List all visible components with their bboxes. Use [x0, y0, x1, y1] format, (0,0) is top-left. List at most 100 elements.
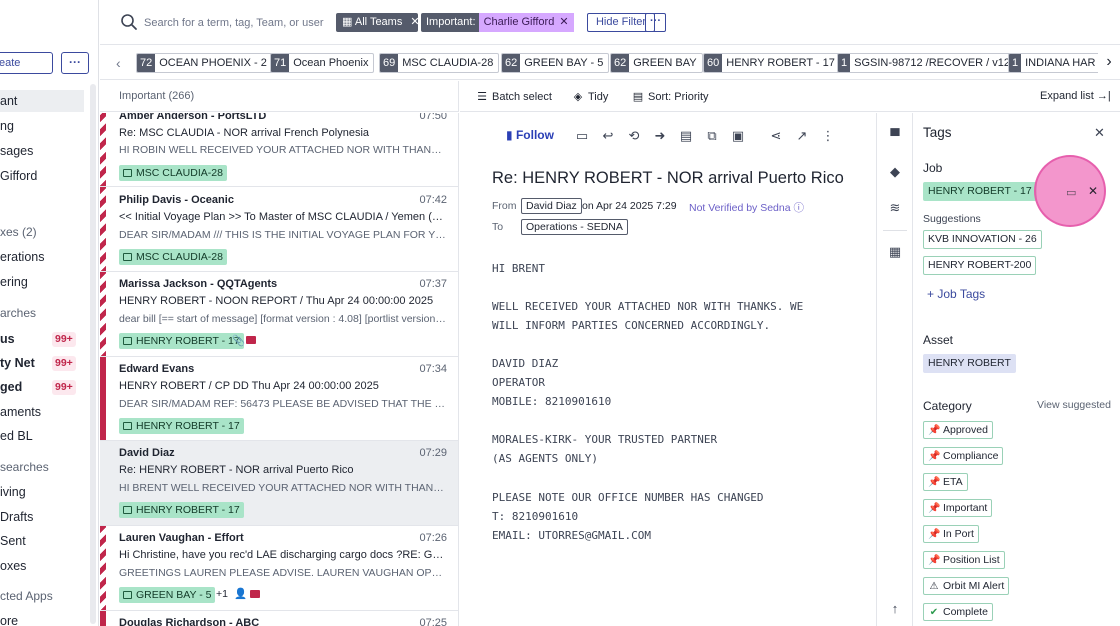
vessel-tab[interactable]: 71 Ocean Phoenix	[270, 53, 375, 73]
vessel-tab[interactable]: 69 MSC CLAUDIA-28	[379, 53, 500, 73]
sidebar-item-attachments[interactable]: aments	[0, 401, 41, 423]
remove-filter-icon[interactable]: ✕	[410, 16, 419, 28]
search-input[interactable]	[144, 13, 329, 33]
sidebar-item-safety-net[interactable]: ty Net	[0, 352, 35, 374]
category-tag[interactable]: ⚠ Orbit MI Alert	[923, 577, 1010, 595]
filter-chip-important[interactable]: Important: Charlie Gifford ✕	[421, 13, 574, 32]
sidebar-scrollbar[interactable]	[90, 84, 96, 624]
sidebar-item-archiving[interactable]: iving	[0, 481, 26, 503]
category-tag[interactable]: 📌 Position List	[923, 551, 1005, 569]
tidy-button[interactable]: ◈ Tidy	[572, 90, 609, 103]
sidebar-item-flagged[interactable]: ged	[0, 376, 22, 398]
vessel-tab[interactable]: 72 OCEAN PHOENIX - 2	[136, 53, 273, 73]
message-subject: HENRY ROBERT / CP DD Thu Apr 24 00:00:00…	[119, 380, 379, 392]
message-tag[interactable]: HENRY ROBERT - 17	[119, 418, 244, 434]
database-icon[interactable]: ≋	[887, 200, 903, 216]
expand-list-button[interactable]: Expand list →|	[1040, 90, 1111, 102]
message-tag[interactable]: MSC CLAUDIA-28	[119, 165, 227, 181]
message-row[interactable]: Marissa Jackson - QQTAgents 07:37 HENRY …	[100, 272, 458, 357]
arrow-up-icon[interactable]: ↑	[887, 601, 903, 617]
message-row[interactable]: Edward Evans 07:34 HENRY ROBERT / CP DD …	[100, 357, 458, 441]
tags-panel: Tags ✕ Job HENRY ROBERT - 17 Suggestions…	[914, 113, 1120, 626]
batch-select-button[interactable]: ☰ Batch select	[476, 90, 552, 103]
chevron-left-icon[interactable]: ‹	[116, 55, 121, 71]
vessel-name: GREEN BAY - 5	[524, 57, 604, 69]
recipient-chip[interactable]: Operations - SEDNA	[521, 219, 628, 235]
sidebar-item-search-1[interactable]: us	[0, 328, 15, 350]
sender-chip[interactable]: David Diaz	[521, 198, 582, 214]
verification-status[interactable]: Not Verified by Sedna ⓘ	[689, 200, 804, 215]
category-tag[interactable]: 📌 ETA	[923, 473, 968, 491]
reply-icon[interactable]: ↩	[600, 128, 616, 144]
message-row[interactable]: Philip Davis - Oceanic 07:42 << Initial …	[100, 187, 458, 272]
close-icon[interactable]: ✕	[1094, 125, 1105, 141]
message-row-selected[interactable]: David Diaz 07:29 Re: HENRY ROBERT - NOR …	[100, 441, 458, 526]
forward-icon[interactable]: ➜	[652, 128, 668, 144]
message-preview: DEAR SIR/MADAM REF: 56473 PLEASE BE ADVI…	[119, 398, 447, 410]
sidebar-item-important[interactable]: ant	[0, 90, 84, 112]
follow-button[interactable]: ▮ Follow	[506, 128, 554, 142]
suggestions-label: Suggestions	[923, 213, 981, 225]
archive-icon[interactable]: ▭	[574, 128, 590, 144]
vessel-tab[interactable]: 62 GREEN BAY	[610, 53, 703, 73]
view-suggested-link[interactable]: View suggested	[1037, 399, 1111, 411]
category-tag[interactable]: 📌 Important	[923, 499, 993, 517]
category-tag[interactable]: 📌 Approved	[923, 421, 993, 439]
print-icon[interactable]: ▤	[678, 128, 694, 144]
share-icon[interactable]: ⋖	[768, 128, 784, 144]
remove-filter-icon[interactable]: ✕	[559, 16, 568, 28]
calendar-icon[interactable]: ▦	[887, 244, 903, 260]
suggested-tag[interactable]: KVB INNOVATION - 26	[923, 230, 1042, 249]
message-row[interactable]: Lauren Vaughan - Effort 07:26 Hi Christi…	[100, 526, 458, 611]
sidebar-more-button[interactable]: ···	[61, 52, 89, 74]
vessel-tab[interactable]: 1 SGSIN-98712 /RECOVER / v12	[837, 53, 1017, 73]
search-icon[interactable]	[120, 13, 138, 31]
message-row[interactable]: Douglas Richardson - ABC 07:25	[100, 611, 458, 626]
comment-icon[interactable]: ▀	[887, 128, 903, 144]
message-tag[interactable]: MSC CLAUDIA-28	[119, 249, 227, 265]
sidebar-section-inboxes[interactable]: xes (2)	[0, 221, 37, 243]
message-tag[interactable]: HENRY ROBERT - 17	[119, 333, 244, 349]
sidebar-item-sent[interactable]: Sent	[0, 530, 26, 552]
message-sender: Lauren Vaughan - Effort	[119, 532, 244, 544]
sidebar-item-operations[interactable]: erations	[0, 246, 44, 268]
sidebar-item-chartering[interactable]: ering	[0, 271, 28, 293]
image-icon[interactable]: ▭	[1066, 186, 1076, 199]
vessel-tab[interactable]: 1 INDIANA HAR	[1008, 53, 1100, 73]
more-vertical-icon[interactable]: ⋮	[820, 128, 836, 144]
message-row[interactable]: Amber Anderson - PortsLTD 07:50 Re: MSC …	[100, 113, 458, 187]
tag-icon[interactable]: ◆	[887, 164, 903, 180]
category-tag[interactable]: 📌 In Port	[923, 525, 979, 543]
rail-divider	[883, 230, 907, 231]
more-tags-count[interactable]: +1	[216, 588, 228, 600]
message-tag[interactable]: GREEN BAY - 5	[119, 587, 216, 603]
chevron-right-icon[interactable]: ›	[1098, 53, 1120, 73]
plus-icon: +	[927, 287, 935, 301]
filter-more-button[interactable]: ···	[645, 13, 666, 32]
sidebar-item-following[interactable]: ng	[0, 115, 14, 137]
sidebar-item-label: sages	[0, 144, 34, 158]
sort-button[interactable]: ▤ Sort: Priority	[632, 90, 709, 103]
sidebar-item-more[interactable]: ore	[0, 610, 18, 626]
open-external-icon[interactable]: ↗	[794, 128, 810, 144]
id-card-icon[interactable]: ▣	[730, 128, 746, 144]
sidebar-item-drafts[interactable]: Drafts	[0, 506, 33, 528]
reply-all-icon[interactable]: ⟲	[626, 128, 642, 144]
category-tag[interactable]: ✔ Complete	[923, 603, 993, 621]
suggested-tag[interactable]: HENRY ROBERT-200	[923, 256, 1037, 275]
create-button[interactable]: eate	[0, 52, 53, 74]
sidebar-item-signed-bl[interactable]: ed BL	[0, 425, 33, 447]
asset-tag[interactable]: HENRY ROBERT	[923, 354, 1016, 373]
sidebar-item-charlie-gifford[interactable]: Gifford	[0, 165, 37, 187]
category-tag[interactable]: 📌 Compliance	[923, 447, 1004, 465]
add-job-tags-button[interactable]: + Job Tags	[927, 287, 985, 301]
vessel-tab[interactable]: 62 GREEN BAY - 5	[501, 53, 610, 73]
remove-tag-icon[interactable]: ✕	[1088, 184, 1098, 198]
job-tag[interactable]: HENRY ROBERT - 17	[923, 182, 1037, 201]
copy-icon[interactable]: ⧉	[704, 128, 720, 144]
vessel-tab[interactable]: 60 HENRY ROBERT - 17	[703, 53, 841, 73]
sidebar-item-outboxes[interactable]: oxes	[0, 555, 26, 577]
sidebar-item-messages[interactable]: sages	[0, 140, 33, 162]
message-tag[interactable]: HENRY ROBERT - 17	[119, 502, 244, 518]
filter-chip-teams[interactable]: ▦ All Teams ✕	[336, 13, 420, 32]
